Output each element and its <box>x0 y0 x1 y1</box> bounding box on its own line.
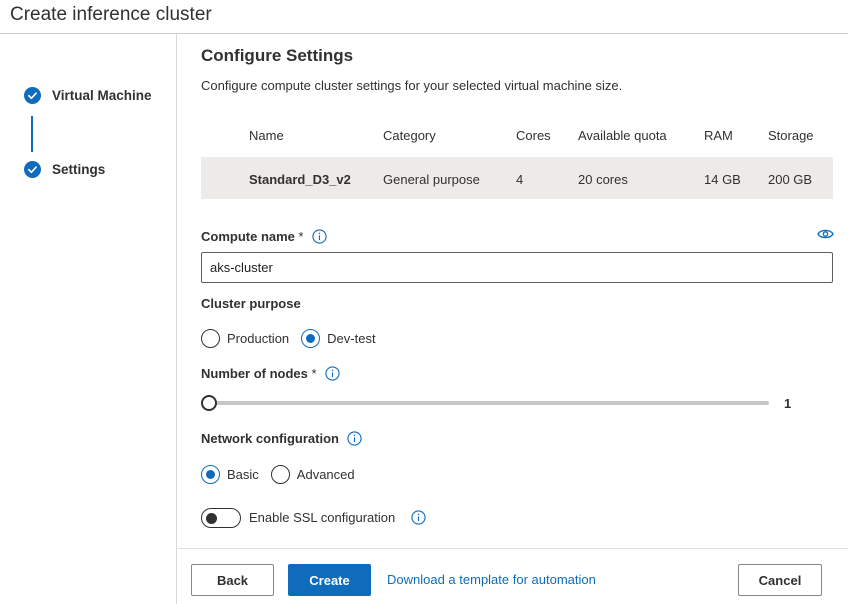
radio-basic[interactable]: Basic <box>201 465 259 484</box>
nodes-label-text: Number of nodes <box>201 366 308 381</box>
radio-production[interactable]: Production <box>201 329 289 348</box>
cell-name: Standard_D3_v2 <box>249 172 351 187</box>
step-settings[interactable]: Settings <box>24 161 105 178</box>
radio-label: Production <box>227 331 290 346</box>
network-radio-group: Basic Advanced <box>201 465 367 484</box>
cluster-purpose-radio-group: Production Dev-test <box>201 329 388 348</box>
radio-label: Advanced <box>296 467 355 482</box>
compute-name-input[interactable] <box>201 252 833 283</box>
settings-form: Configure Settings Configure compute clu… <box>178 34 848 548</box>
compute-name-label-text: Compute name <box>201 229 295 244</box>
footer-actions: Back Create Download a template for auto… <box>178 548 848 604</box>
network-label: Network configuration <box>201 431 362 446</box>
radio-label: Dev-test <box>327 331 376 346</box>
title-bar: Create inference cluster <box>0 0 848 34</box>
info-icon[interactable] <box>347 431 362 446</box>
column-header-ram: RAM <box>704 128 733 143</box>
toggle-knob <box>206 513 217 524</box>
radio-circle <box>201 329 220 348</box>
slider-thumb[interactable] <box>201 395 217 411</box>
info-icon[interactable] <box>311 229 327 244</box>
radio-label: Basic <box>227 467 259 482</box>
column-header-category: Category <box>383 128 436 143</box>
table-row[interactable]: Standard_D3_v2 General purpose 4 20 core… <box>201 157 833 199</box>
radio-circle <box>301 329 321 348</box>
step-virtual-machine[interactable]: Virtual Machine <box>24 87 152 104</box>
info-icon[interactable] <box>324 366 340 381</box>
vm-size-table: Name Category Cores Available quota RAM … <box>201 116 833 199</box>
cell-ram: 14 GB <box>704 172 741 187</box>
required-marker: * <box>311 366 317 381</box>
info-icon[interactable] <box>411 510 426 525</box>
download-template-link[interactable]: Download a template for automation <box>387 572 596 587</box>
required-marker: * <box>298 229 304 244</box>
window-title: Create inference cluster <box>10 4 212 25</box>
eye-icon[interactable] <box>817 227 834 239</box>
cell-quota: 20 cores <box>578 172 628 187</box>
step-label: Settings <box>52 162 106 177</box>
nodes-slider[interactable] <box>201 394 771 412</box>
cell-storage: 200 GB <box>768 172 813 187</box>
compute-name-label: Compute name * <box>201 229 327 244</box>
cell-category: General purpose <box>383 172 480 187</box>
column-header-quota: Available quota <box>578 128 667 143</box>
create-button[interactable]: Create <box>288 564 371 596</box>
table-header-row: Name Category Cores Available quota RAM … <box>201 116 833 156</box>
nodes-value: 1 <box>784 396 792 411</box>
radio-circle <box>201 465 220 484</box>
ssl-toggle[interactable] <box>201 508 241 528</box>
section-description: Configure compute cluster settings for y… <box>201 78 623 93</box>
cancel-button[interactable]: Cancel <box>738 564 822 596</box>
network-label-text: Network configuration <box>201 431 339 446</box>
column-header-cores: Cores <box>516 128 551 143</box>
radio-dev-test[interactable]: Dev-test <box>301 329 376 348</box>
step-label: Virtual Machine <box>52 88 152 103</box>
check-circle-icon <box>24 87 41 104</box>
radio-advanced[interactable]: Advanced <box>270 465 355 484</box>
nodes-label: Number of nodes * <box>201 366 340 381</box>
column-header-storage: Storage <box>768 128 814 143</box>
section-heading: Configure Settings <box>201 46 354 65</box>
check-circle-icon <box>24 161 41 178</box>
back-button[interactable]: Back <box>191 564 274 596</box>
steps-panel: Virtual Machine Settings <box>0 34 177 604</box>
ssl-toggle-label: Enable SSL configuration <box>249 510 426 525</box>
radio-circle <box>270 465 290 484</box>
cell-cores: 4 <box>516 172 524 187</box>
ssl-label-text: Enable SSL configuration <box>249 510 396 525</box>
slider-track <box>207 401 769 405</box>
cluster-purpose-label: Cluster purpose <box>201 296 301 311</box>
column-header-name: Name <box>249 128 284 143</box>
step-connector <box>31 116 33 152</box>
